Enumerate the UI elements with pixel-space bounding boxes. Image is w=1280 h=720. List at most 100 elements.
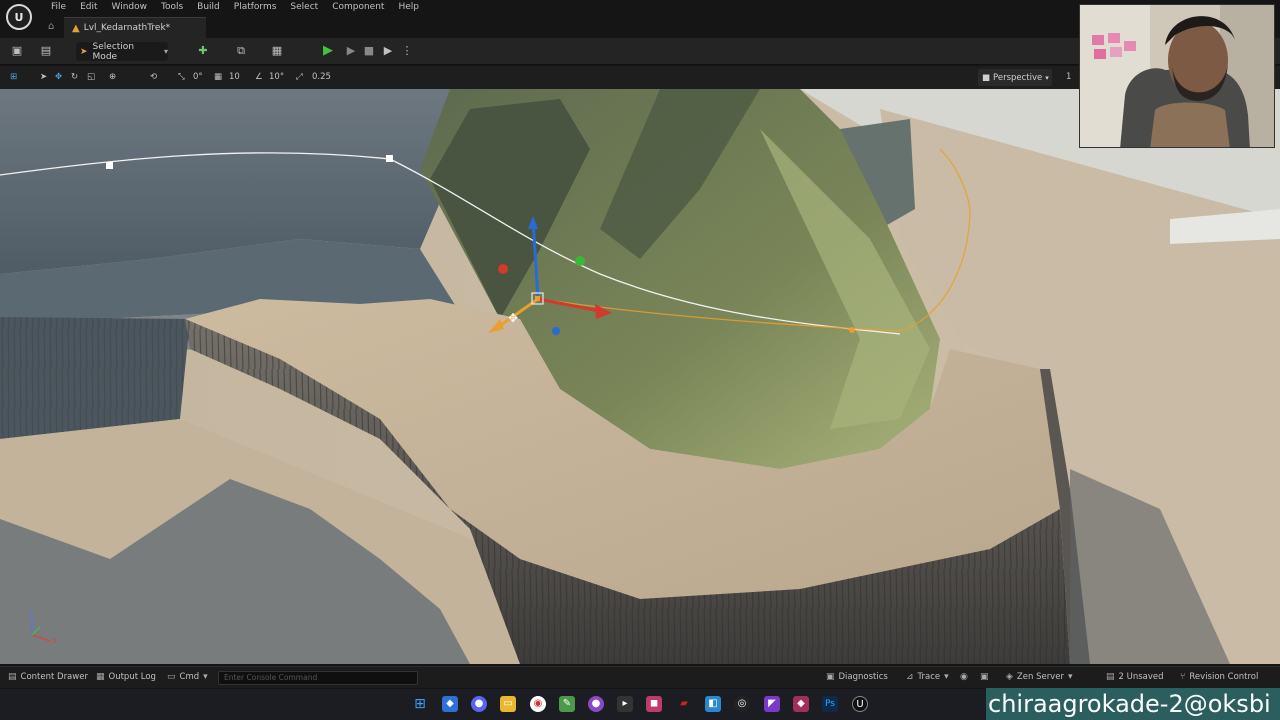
outlook-icon[interactable]: ◆ xyxy=(442,696,458,712)
viewport-menu-icon[interactable]: ⊞ xyxy=(10,70,17,84)
content-drawer-icon: ▤ xyxy=(8,672,17,682)
select-tool-icon[interactable]: ➤ xyxy=(40,70,47,84)
trace-dropdown[interactable]: ⊿ Trace ▾ xyxy=(906,672,949,682)
notepad-icon[interactable]: ✎ xyxy=(559,696,575,712)
rotation-snap-icon[interactable]: ∠ xyxy=(255,70,263,84)
tab-level[interactable]: ▲ Lvl_KedarnathTrek* xyxy=(64,17,206,38)
chevron-down-icon: ▾ xyxy=(1045,73,1049,82)
menu-component[interactable]: Component xyxy=(325,1,391,13)
store-icon[interactable]: ◧ xyxy=(705,696,721,712)
surface-snap-icon[interactable]: ⟲ xyxy=(150,70,157,84)
screenshot-icon[interactable]: ▣ xyxy=(980,672,989,682)
launch-icon[interactable]: ▶ xyxy=(381,44,395,58)
console-command-input[interactable]: Enter Console Command xyxy=(218,671,418,685)
level-icon: ▲ xyxy=(72,22,80,34)
axis-z-label: z xyxy=(29,609,33,618)
content-drawer-label: Content Drawer xyxy=(20,672,88,682)
record-icon[interactable]: ◉ xyxy=(960,672,968,682)
menu-help[interactable]: Help xyxy=(391,1,426,13)
app-icon[interactable]: ◼ xyxy=(646,696,662,712)
menu-edit[interactable]: Edit xyxy=(73,1,104,13)
axis-x-label: x xyxy=(52,636,57,645)
rotation-grid-icon[interactable]: ⤡ xyxy=(178,70,185,84)
menu-tools[interactable]: Tools xyxy=(154,1,190,13)
spline-point[interactable] xyxy=(849,327,855,333)
design-app-icon[interactable]: ◆ xyxy=(793,696,809,712)
rotate-tool-icon[interactable]: ↻ xyxy=(71,70,78,84)
diagnostics-icon: ▣ xyxy=(826,672,835,682)
cinematics-icon[interactable]: ▦ xyxy=(270,44,284,58)
rotation-grid-value[interactable]: 0° xyxy=(193,70,203,84)
more-icon[interactable]: ⋮ xyxy=(400,44,414,58)
file-explorer-icon[interactable]: ▭ xyxy=(500,696,516,712)
revision-control-button[interactable]: ⑂ Revision Control xyxy=(1180,672,1258,682)
level-tab-label: Lvl_KedarnathTrek* xyxy=(83,23,171,33)
menu-file[interactable]: File xyxy=(44,1,73,13)
unreal-editor-window: U File Edit Window Tools Build Platforms… xyxy=(0,0,1280,720)
chevron-down-icon: ▾ xyxy=(1067,672,1073,682)
diagnostics-button[interactable]: ▣ Diagnostics xyxy=(826,672,888,682)
unsaved-label: 2 Unsaved xyxy=(1118,672,1164,682)
trace-icon: ⊿ xyxy=(906,672,914,682)
scale-tool-icon[interactable]: ◱ xyxy=(87,70,95,84)
github-icon[interactable]: ● xyxy=(588,696,604,712)
selection-mode-dropdown[interactable]: ➤ Selection Mode ▾ xyxy=(76,42,168,62)
blueprint-icon[interactable]: ⧉ xyxy=(234,44,248,58)
unsaved-icon: ▤ xyxy=(1106,672,1115,682)
grid-snap-icon[interactable]: ▦ xyxy=(214,70,222,84)
selection-mode-icon: ➤ xyxy=(80,46,88,57)
windows-start-icon[interactable]: ⊞ xyxy=(412,696,428,712)
spline-point[interactable] xyxy=(106,162,113,169)
menu-platforms[interactable]: Platforms xyxy=(227,1,284,13)
status-bar: ▤ Content Drawer ▦ Output Log ▭ Cmd ▾ En… xyxy=(0,666,1280,688)
step-icon[interactable]: ▶ xyxy=(344,44,358,58)
terminal-icon[interactable]: ▸ xyxy=(617,696,633,712)
trace-label: Trace xyxy=(917,672,941,682)
move-tool-icon[interactable]: ✥ xyxy=(55,70,62,84)
content-browser-icon[interactable]: ▤ xyxy=(39,44,53,58)
fov-value[interactable]: 1 xyxy=(1066,70,1071,84)
rotation-snap-value[interactable]: 10° xyxy=(269,70,284,84)
camera-icon: ■ xyxy=(982,72,991,83)
visual-studio-icon[interactable]: ◤ xyxy=(764,696,780,712)
play-icon[interactable]: ▶ xyxy=(323,44,333,58)
upi-watermark: chiraagrokade-2@oksbi xyxy=(986,688,1280,720)
zen-server-icon: ◈ xyxy=(1006,672,1013,682)
webcam-overlay xyxy=(1079,4,1275,148)
viewport-scene: ✥ z x xyxy=(0,89,1280,664)
spline-point[interactable] xyxy=(386,155,393,162)
chevron-down-icon: ▾ xyxy=(944,672,949,682)
menu-window[interactable]: Window xyxy=(105,1,155,13)
content-drawer-button[interactable]: ▤ Content Drawer xyxy=(8,672,88,682)
cmd-dropdown[interactable]: ▭ Cmd ▾ xyxy=(167,672,208,682)
menu-items: File Edit Window Tools Build Platforms S… xyxy=(44,1,426,13)
add-actor-icon[interactable]: ✚ xyxy=(196,44,210,58)
output-log-button[interactable]: ▦ Output Log xyxy=(96,672,156,682)
save-icon[interactable]: ▣ xyxy=(10,44,24,58)
cmd-label: Cmd xyxy=(179,672,200,682)
revision-control-label: Revision Control xyxy=(1189,672,1259,682)
world-local-icon[interactable]: ⊕ xyxy=(109,70,116,84)
menu-select[interactable]: Select xyxy=(283,1,325,13)
chevron-down-icon: ▾ xyxy=(203,672,208,682)
perspective-dropdown[interactable]: ■ Perspective ▾ xyxy=(978,69,1052,86)
stop-icon[interactable]: ■ xyxy=(362,44,376,58)
discord-icon[interactable]: ● xyxy=(471,696,487,712)
chrome-icon[interactable]: ◉ xyxy=(530,696,546,712)
pdf-icon[interactable]: ▰ xyxy=(676,696,692,712)
obs-icon[interactable]: ◎ xyxy=(734,696,750,712)
grid-size-value[interactable]: 10 xyxy=(229,70,240,84)
scale-snap-value[interactable]: 0.25 xyxy=(312,70,331,84)
level-viewport[interactable]: ✥ z x xyxy=(0,89,1280,664)
scale-snap-icon[interactable]: ⤢ xyxy=(296,70,303,84)
home-icon[interactable]: ⌂ xyxy=(48,21,60,32)
photoshop-icon[interactable]: Ps xyxy=(822,696,838,712)
menu-build[interactable]: Build xyxy=(190,1,227,13)
unsaved-button[interactable]: ▤ 2 Unsaved xyxy=(1106,672,1164,682)
unreal-logo-icon[interactable]: U xyxy=(6,4,32,30)
zen-server-label: Zen Server xyxy=(1016,672,1064,682)
webcam-image xyxy=(1080,5,1274,147)
unreal-taskbar-icon[interactable]: U xyxy=(852,696,868,712)
zen-server-dropdown[interactable]: ◈ Zen Server ▾ xyxy=(1006,672,1072,682)
diagnostics-label: Diagnostics xyxy=(838,672,888,682)
